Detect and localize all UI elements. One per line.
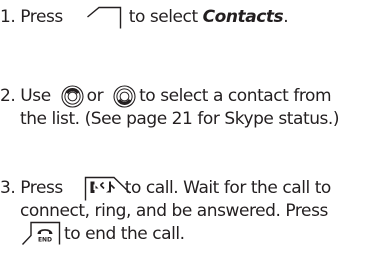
step-1-line-1: 1. Press to select Contacts.	[0, 6, 289, 28]
step-1-number: 1.	[0, 7, 16, 27]
step-2-line-1: 2. Use or to select a contact from	[0, 85, 332, 107]
talk-key-icon	[84, 176, 131, 201]
step-3-line-2: connect, ring, and be answered. Press	[20, 201, 328, 221]
step-1-press-text: Press	[20, 7, 63, 27]
step-3-line-3: to end the call.	[64, 224, 185, 244]
step-3-line-1: 3. Press to call. Wait for the call to	[0, 177, 331, 199]
step-1-period: .	[283, 7, 289, 27]
step-2-use-text: Use	[20, 86, 51, 106]
end-key-label: END	[38, 237, 52, 244]
nav-down-icon	[113, 85, 136, 108]
step-3-instruction: to call. Wait for the call to	[124, 178, 332, 198]
step-3-press-text: Press	[20, 178, 63, 198]
softkey-icon	[87, 6, 122, 29]
step-2-number: 2.	[0, 86, 16, 106]
step-1-target: Contacts	[202, 7, 284, 27]
step-2-instruction: to select a contact from	[139, 86, 332, 106]
nav-up-icon	[61, 85, 84, 108]
end-key-icon: END	[21, 221, 61, 245]
step-2-line-2: the list. (See page 21 for Skype status.…	[20, 109, 340, 129]
step-3-number: 3.	[0, 178, 16, 198]
step-1-instruction: to select	[128, 7, 198, 27]
step-2-or-text: or	[86, 86, 104, 106]
